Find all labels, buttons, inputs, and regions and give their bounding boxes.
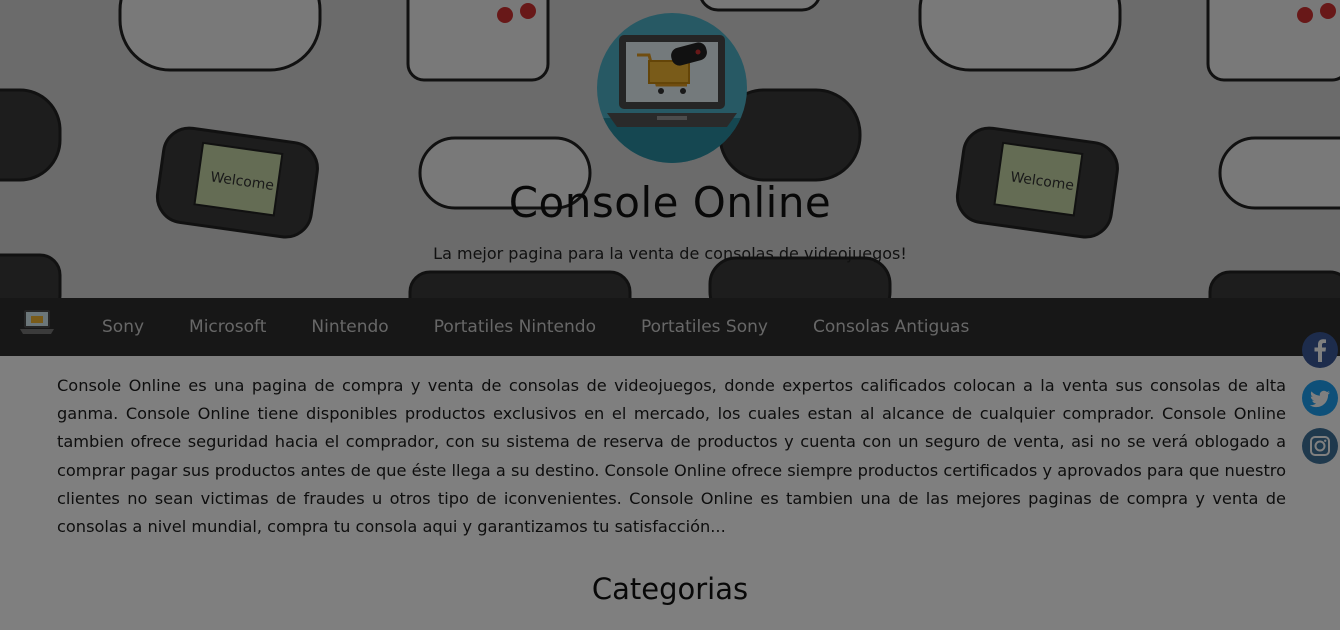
modal-backdrop[interactable]	[0, 0, 1340, 630]
